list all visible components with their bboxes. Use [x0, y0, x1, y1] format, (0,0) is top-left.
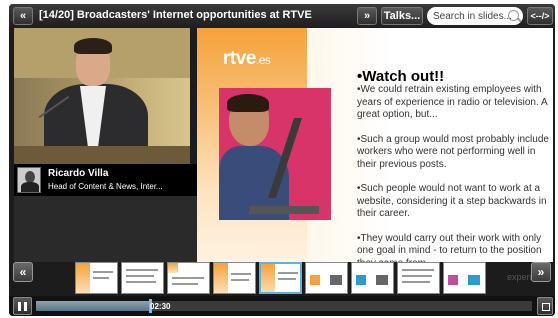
thumbnail-strip: « 6/20 experience »	[9, 258, 555, 296]
photo-man-hair	[227, 94, 269, 112]
seek-bar[interactable]	[36, 299, 532, 313]
pause-icon-bar	[18, 301, 21, 311]
speaker-hair	[74, 38, 112, 54]
slide-thumbnail[interactable]	[397, 262, 440, 294]
slide-thumbnail[interactable]	[443, 262, 486, 294]
slide-thumbnail[interactable]	[75, 262, 118, 294]
top-bar: « [14/20] Broadcasters' Internet opportu…	[9, 4, 555, 28]
rtve-logo: rtve.es	[223, 48, 271, 70]
slide-thumbnail-selected[interactable]	[259, 262, 302, 294]
logo-main: rtve	[223, 48, 256, 69]
speaker-name: Ricardo Villa	[48, 168, 109, 179]
seek-progress	[36, 301, 151, 311]
search-placeholder: Search in slides...	[433, 10, 512, 22]
photo-laptop-base	[249, 206, 319, 214]
embed-button[interactable]: <--/>	[527, 7, 553, 25]
bullet-item: •Such a group would most probably includ…	[357, 133, 549, 170]
desk	[14, 146, 190, 164]
slide-thumbnail[interactable]	[305, 262, 348, 294]
slide-thumbnail[interactable]	[213, 262, 256, 294]
left-panel	[14, 196, 197, 262]
control-bar: 02:30	[9, 296, 555, 316]
speaker-caption: Ricardo Villa Head of Content & News, In…	[14, 164, 197, 196]
search-input[interactable]: Search in slides...	[427, 7, 523, 25]
time-display: 02:30	[150, 302, 171, 311]
speaker-avatar	[17, 167, 41, 193]
next-talk-button[interactable]: »	[357, 7, 377, 25]
speaker-video[interactable]	[14, 28, 190, 164]
pause-icon-bar	[24, 301, 27, 311]
slide-view[interactable]: rtve.es •Watch out!! •We could retrain e…	[197, 28, 553, 262]
back-button[interactable]: «	[13, 7, 33, 25]
talks-button[interactable]: Talks...	[381, 7, 423, 25]
slide-bullets: •We could retrain existing employees wit…	[357, 84, 553, 262]
slide-title: •Watch out!!	[357, 68, 445, 85]
slide-thumbnail[interactable]	[351, 262, 394, 294]
fullscreen-icon[interactable]	[537, 297, 553, 315]
strip-next-button[interactable]: »	[531, 262, 551, 282]
speaker-role: Head of Content & News, Inter...	[48, 182, 163, 191]
search-icon[interactable]	[508, 10, 519, 21]
pause-button[interactable]	[13, 297, 32, 315]
strip-prev-button[interactable]: «	[13, 262, 33, 282]
talk-title: [14/20] Broadcasters' Internet opportuni…	[39, 9, 312, 21]
slide-thumbnail[interactable]	[167, 262, 210, 294]
slide-photo	[219, 88, 331, 220]
video-player: « [14/20] Broadcasters' Internet opportu…	[9, 4, 555, 316]
logo-sub: .es	[255, 53, 271, 67]
slide-thumbnail[interactable]	[121, 262, 164, 294]
bullet-item: •We could retrain existing employees wit…	[357, 84, 548, 120]
bullet-item: •Such people would not want to work at a…	[357, 183, 547, 219]
